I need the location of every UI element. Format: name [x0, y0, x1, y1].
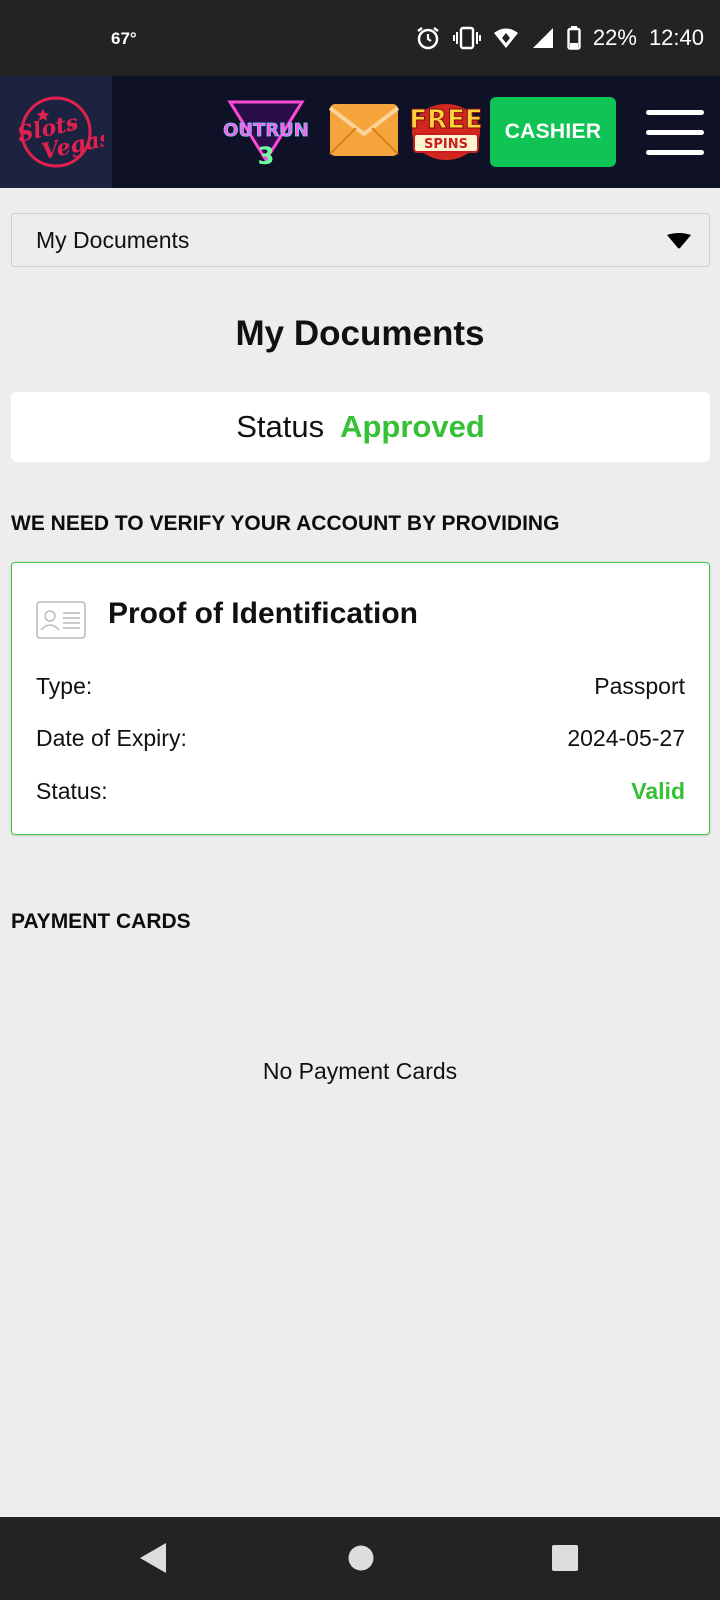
- no-payment-cards-text: No Payment Cards: [262, 1058, 458, 1084]
- doc-type-value: Passport: [594, 673, 685, 699]
- alarm-icon: [415, 25, 441, 51]
- mail-icon[interactable]: [328, 100, 400, 160]
- free-text: FREE: [410, 105, 482, 135]
- doc-status-value: Valid: [631, 778, 685, 804]
- outrun-text: OUTRUN: [223, 120, 309, 141]
- battery-percent: 22%: [592, 25, 637, 50]
- signal-icon: [531, 27, 555, 49]
- status-bar-right: 22% 12:40: [415, 22, 704, 54]
- doc-status-row: Status: Valid: [36, 778, 685, 805]
- doc-expiry-value: 2024-05-27: [567, 725, 685, 751]
- status-bar: 67° 22% 12:40: [0, 0, 720, 76]
- outrun-3-game-icon[interactable]: OUTRUN 3: [220, 98, 312, 170]
- cashier-button[interactable]: CASHIER: [490, 97, 616, 167]
- account-status-card: Status Approved: [11, 392, 710, 462]
- spins-text: SPINS: [424, 137, 468, 152]
- slots-of-vegas-logo-icon: Slots of Vegas: [15, 96, 104, 168]
- temperature: 67°: [111, 29, 137, 48]
- free-spins-icon[interactable]: FREE SPINS: [409, 96, 483, 162]
- proof-of-identification-card[interactable]: Proof of Identification Type: Passport D…: [11, 562, 710, 835]
- page-title: My Documents: [235, 314, 485, 353]
- outrun-number: 3: [258, 142, 275, 168]
- payment-cards-heading: PAYMENT CARDS: [11, 910, 191, 933]
- section-select[interactable]: My Documents: [11, 213, 710, 267]
- battery-icon: [567, 26, 581, 50]
- hamburger-menu-icon[interactable]: [646, 110, 704, 156]
- id-card-icon: [36, 601, 86, 644]
- doc-status-label: Status:: [36, 778, 108, 804]
- doc-expiry-label: Date of Expiry:: [36, 725, 187, 751]
- clock: 12:40: [648, 25, 704, 50]
- vibrate-icon: [452, 26, 481, 50]
- section-select-value: My Documents: [36, 226, 190, 253]
- doc-card-title: Proof of Identification: [108, 597, 418, 630]
- verify-heading: WE NEED TO VERIFY YOUR ACCOUNT BY PROVID…: [11, 512, 560, 535]
- site-logo[interactable]: Slots of Vegas: [0, 76, 112, 188]
- home-icon[interactable]: [347, 1541, 375, 1580]
- status-label: Status: [236, 409, 325, 444]
- doc-type-row: Type: Passport: [36, 673, 685, 700]
- app-header: Slots of Vegas OUTRUN 3 FREE SPINS CASHI…: [0, 76, 720, 188]
- back-icon[interactable]: [138, 1541, 168, 1580]
- recents-icon[interactable]: [551, 1541, 579, 1580]
- doc-expiry-row: Date of Expiry: 2024-05-27: [36, 725, 685, 752]
- wifi-icon: [493, 27, 519, 49]
- status-value: Approved: [340, 409, 485, 444]
- doc-type-label: Type:: [36, 673, 93, 699]
- system-nav-bar: [0, 1517, 720, 1600]
- caret-down-icon: [667, 233, 691, 249]
